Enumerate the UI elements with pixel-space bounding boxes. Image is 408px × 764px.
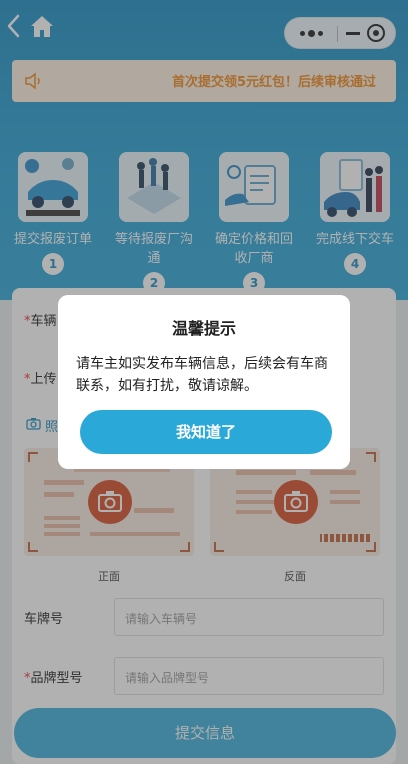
dialog-confirm-button[interactable]: 我知道了 — [80, 410, 332, 454]
dialog-message: 请车主如实发布车辆信息，后续会有车商联系，如有打扰，敬请谅解。 — [76, 356, 328, 394]
dialog-title: 温馨提示 — [171, 319, 236, 338]
notice-dialog: 温馨提示 请车主如实发布车辆信息，后续会有车商联系，如有打扰，敬请谅解。 我知道… — [58, 295, 350, 469]
